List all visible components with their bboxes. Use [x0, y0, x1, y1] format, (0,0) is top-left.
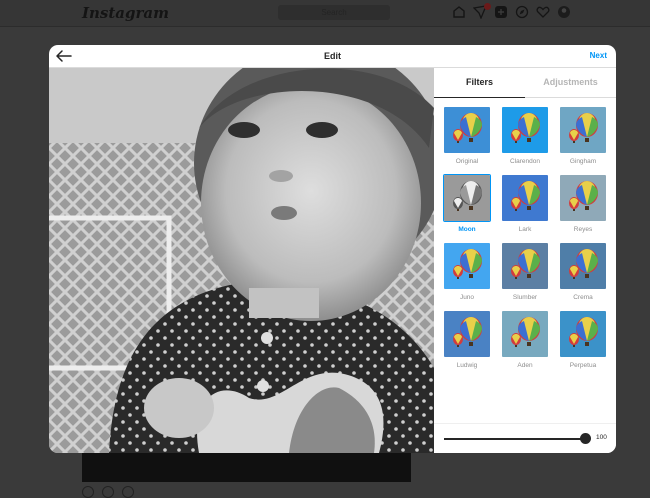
filter-label: Slumber [512, 294, 538, 301]
filter-original[interactable]: Original [443, 106, 491, 165]
modal-title: Edit [324, 51, 341, 61]
filter-ludwig[interactable]: Ludwig [443, 310, 491, 369]
filter-label: Reyes [573, 226, 593, 233]
search-input[interactable]: Search [278, 5, 390, 20]
filter-label: Perpetua [569, 362, 597, 369]
nav-icons [452, 5, 571, 20]
tab-filters[interactable]: Filters [434, 68, 525, 98]
filter-thumbnail [559, 242, 607, 290]
profile-avatar-icon[interactable] [557, 5, 571, 19]
photo-image [49, 68, 434, 453]
photo-preview [49, 68, 434, 453]
filter-juno[interactable]: Juno [443, 242, 491, 301]
filter-label: Aden [517, 362, 533, 369]
activity-heart-icon[interactable] [536, 5, 550, 19]
edit-modal: Edit Next Filters Adjustments Original C… [49, 45, 616, 453]
filter-thumbnail [559, 174, 607, 222]
filter-label: Gingham [569, 158, 597, 165]
slider-track[interactable] [444, 438, 585, 440]
filter-panel: Filters Adjustments Original Clarendon G… [434, 68, 616, 453]
filter-label: Juno [459, 294, 475, 301]
filter-label: Moon [458, 226, 476, 233]
modal-header: Edit Next [49, 45, 616, 68]
filter-reyes[interactable]: Reyes [559, 174, 607, 233]
filter-crema[interactable]: Crema [559, 242, 607, 301]
filter-slumber[interactable]: Slumber [501, 242, 549, 301]
filter-thumbnail [559, 106, 607, 154]
filter-thumbnail [559, 310, 607, 358]
background-feed-post [82, 452, 411, 482]
explore-icon[interactable] [515, 5, 529, 19]
filter-label: Original [455, 158, 479, 165]
filter-aden[interactable]: Aden [501, 310, 549, 369]
slider-handle[interactable] [579, 433, 591, 444]
intensity-slider: 100 [434, 423, 616, 453]
edit-tabs: Filters Adjustments [434, 68, 616, 98]
filter-thumbnail [443, 106, 491, 154]
filter-grid: Original Clarendon Gingham Moon Lark Rey… [443, 106, 607, 369]
filter-thumbnail [501, 310, 549, 358]
notification-badge [484, 3, 491, 10]
filter-thumbnail [443, 174, 491, 222]
filter-thumbnail [443, 310, 491, 358]
filter-label: Ludwig [456, 362, 478, 369]
intensity-value: 100 [596, 434, 607, 441]
tab-adjustments[interactable]: Adjustments [525, 68, 616, 97]
filter-label: Clarendon [510, 158, 540, 165]
filter-thumbnail [501, 242, 549, 290]
share-icon [122, 486, 134, 498]
background-post-actions [82, 486, 134, 498]
filter-perpetua[interactable]: Perpetua [559, 310, 607, 369]
filter-clarendon[interactable]: Clarendon [501, 106, 549, 165]
background-top-bar: Instagram Search [0, 0, 650, 27]
filter-thumbnail [501, 106, 549, 154]
next-button[interactable]: Next [590, 51, 607, 60]
like-icon [82, 486, 94, 498]
home-icon[interactable] [452, 5, 466, 19]
filter-thumbnail [501, 174, 549, 222]
filter-thumbnail [443, 242, 491, 290]
instagram-logo: Instagram [82, 4, 169, 22]
filter-gingham[interactable]: Gingham [559, 106, 607, 165]
filter-lark[interactable]: Lark [501, 174, 549, 233]
filter-label: Lark [518, 226, 532, 233]
new-post-icon[interactable] [494, 5, 508, 19]
filter-label: Crema [573, 294, 593, 301]
comment-icon [102, 486, 114, 498]
filter-moon[interactable]: Moon [443, 174, 491, 233]
